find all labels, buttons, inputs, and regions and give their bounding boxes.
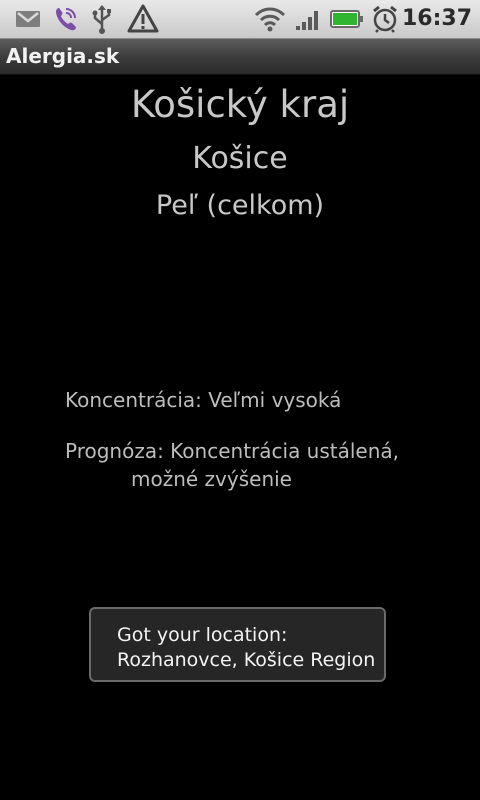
forecast-text: Prognóza: Koncentrácia ustálená, možné z… <box>65 437 465 493</box>
pollen-type-heading: Peľ (celkom) <box>155 190 325 221</box>
warning-icon <box>126 0 160 38</box>
toast-line-2: Rozhanovce, Košice Region <box>117 649 376 671</box>
location-toast: Got your location: Rozhanovce, Košice Re… <box>89 607 386 682</box>
alarm-icon <box>369 0 401 38</box>
concentration-text: Koncentrácia: Veľmi vysoká <box>65 388 342 412</box>
viber-icon <box>52 0 80 38</box>
city-heading: Košice <box>192 141 288 176</box>
wifi-icon <box>253 0 287 38</box>
toast-line-1: Got your location: <box>117 624 288 646</box>
usb-icon <box>89 0 115 38</box>
signal-icon <box>294 0 322 38</box>
forecast-line-1: Prognóza: Koncentrácia ustálená, <box>65 439 400 463</box>
region-heading: Košický kraj <box>130 83 350 126</box>
forecast-line-2: možné zvýšenie <box>131 467 292 491</box>
battery-icon <box>329 0 365 38</box>
status-bar: 16:37 <box>0 0 480 39</box>
app-title: Alergia.sk <box>6 44 120 68</box>
app-title-bar: Alergia.sk <box>0 39 480 75</box>
gmail-icon <box>14 0 42 38</box>
clock-time: 16:37 <box>401 6 472 31</box>
